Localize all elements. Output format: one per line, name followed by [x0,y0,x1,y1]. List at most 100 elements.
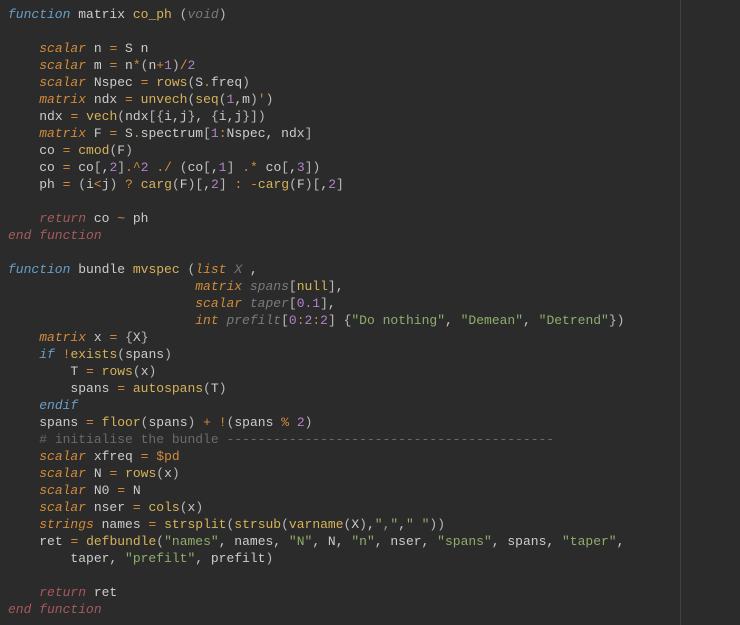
code-token: rows [156,75,187,90]
code-token: } [242,109,250,124]
code-line[interactable]: end function [8,227,740,244]
code-token [195,415,203,430]
code-token: "n" [351,534,374,549]
code-token: "N" [289,534,312,549]
code-token: spans [70,381,117,396]
code-token: ) [195,500,203,515]
code-token: Nspec [86,75,141,90]
code-token [242,177,250,192]
code-token: "spans" [437,534,492,549]
code-line[interactable]: # initialise the bundle ----------------… [8,431,740,448]
code-line[interactable]: ndx = vech(ndx[{i,j}, {i,j}]) [8,108,740,125]
code-token: return [39,211,86,226]
code-line[interactable]: return ret [8,584,740,601]
code-line[interactable]: return co ~ ph [8,210,740,227]
code-line[interactable]: int prefilt[0:2:2] {"Do nothing", "Demea… [8,312,740,329]
code-token: ' [258,92,266,107]
code-token: i [219,109,227,124]
code-line[interactable]: endif [8,397,740,414]
code-token: ( [203,381,211,396]
code-token: ) [172,466,180,481]
code-token: .* [242,160,258,175]
code-token: ( [281,517,289,532]
code-line[interactable]: T = rows(x) [8,363,740,380]
code-token: )) [429,517,445,532]
code-token: nser [86,500,133,515]
code-line[interactable]: scalar n = S n [8,40,740,57]
code-token: matrix [39,126,86,141]
code-token: m [86,58,109,73]
code-line[interactable] [8,23,740,40]
code-token: function [8,7,70,22]
code-line[interactable]: co = cmod(F) [8,142,740,159]
code-token: 2 [328,177,336,192]
code-line[interactable]: spans = floor(spans) + !(spans % 2) [8,414,740,431]
code-token: , [328,296,336,311]
code-token: ] [305,160,313,175]
code-token: ( [78,177,86,192]
code-line[interactable]: taper, "prefilt", prefilt) [8,550,740,567]
code-token: , [445,313,461,328]
code-token: spans [125,347,164,362]
code-line[interactable]: ret = defbundle("names", names, "N", N, … [8,533,740,550]
code-line[interactable]: co = co[,2].^2 ./ (co[,1] .* co[,3]) [8,159,740,176]
code-line[interactable]: function matrix co_ph (void) [8,6,740,23]
code-token: "names" [164,534,219,549]
code-token: - [250,177,258,192]
code-token: ) [219,7,227,22]
code-line[interactable]: strings names = strsplit(strsub(varname(… [8,516,740,533]
code-line[interactable] [8,567,740,584]
code-token: 2 [211,177,219,192]
code-token: return [39,585,86,600]
indent-whitespace [8,500,39,515]
code-line[interactable]: scalar N0 = N [8,482,740,499]
code-token: "," [375,517,398,532]
code-token: "Detrend" [539,313,609,328]
code-line[interactable]: scalar xfreq = $pd [8,448,740,465]
code-line[interactable]: matrix spans[null], [8,278,740,295]
code-token: + [156,58,164,73]
code-token: " " [406,517,429,532]
code-token: } [141,330,149,345]
code-token: ) [266,92,274,107]
code-line[interactable]: scalar Nspec = rows(S.freq) [8,74,740,91]
code-token: [ [281,313,289,328]
code-line[interactable]: scalar N = rows(x) [8,465,740,482]
code-line[interactable]: matrix x = {X} [8,329,740,346]
code-token [172,160,180,175]
code-line[interactable]: scalar taper[0.1], [8,295,740,312]
code-token: ) [125,143,133,158]
code-token: taper, [70,551,125,566]
code-line[interactable]: spans = autospans(T) [8,380,740,397]
code-token: x [141,364,149,379]
indent-whitespace [8,364,70,379]
code-token: int [195,313,218,328]
code-token: S [117,126,133,141]
code-token: T [70,364,86,379]
code-line[interactable]: function bundle mvspec (list X , [8,261,740,278]
code-editor[interactable]: function matrix co_ph (void) scalar n = … [0,0,740,624]
code-token: % [281,415,289,430]
code-token: X [133,330,141,345]
code-token: void [187,7,218,22]
code-token: null [297,279,328,294]
code-line[interactable] [8,193,740,210]
code-line[interactable]: matrix ndx = unvech(seq(1,m)') [8,91,740,108]
code-token: ] [320,296,328,311]
code-token: scalar [39,500,86,515]
code-line[interactable]: if !exists(spans) [8,346,740,363]
indent-whitespace [8,75,39,90]
code-line[interactable]: scalar m = n*(n+1)/2 [8,57,740,74]
indent-whitespace [8,466,39,481]
code-token: varname [289,517,344,532]
code-line[interactable]: scalar nser = cols(x) [8,499,740,516]
indent-whitespace [8,279,195,294]
code-token: spans [234,415,281,430]
code-token: strings [39,517,94,532]
code-token: scalar [39,41,86,56]
code-line[interactable]: ph = (i<j) ? carg(F)[,2] : -carg(F)[,2] [8,176,740,193]
code-line[interactable] [8,244,740,261]
code-line[interactable]: end function [8,601,740,618]
code-line[interactable]: matrix F = S.spectrum[1:Nspec, ndx] [8,125,740,142]
code-token: strsub [234,517,281,532]
